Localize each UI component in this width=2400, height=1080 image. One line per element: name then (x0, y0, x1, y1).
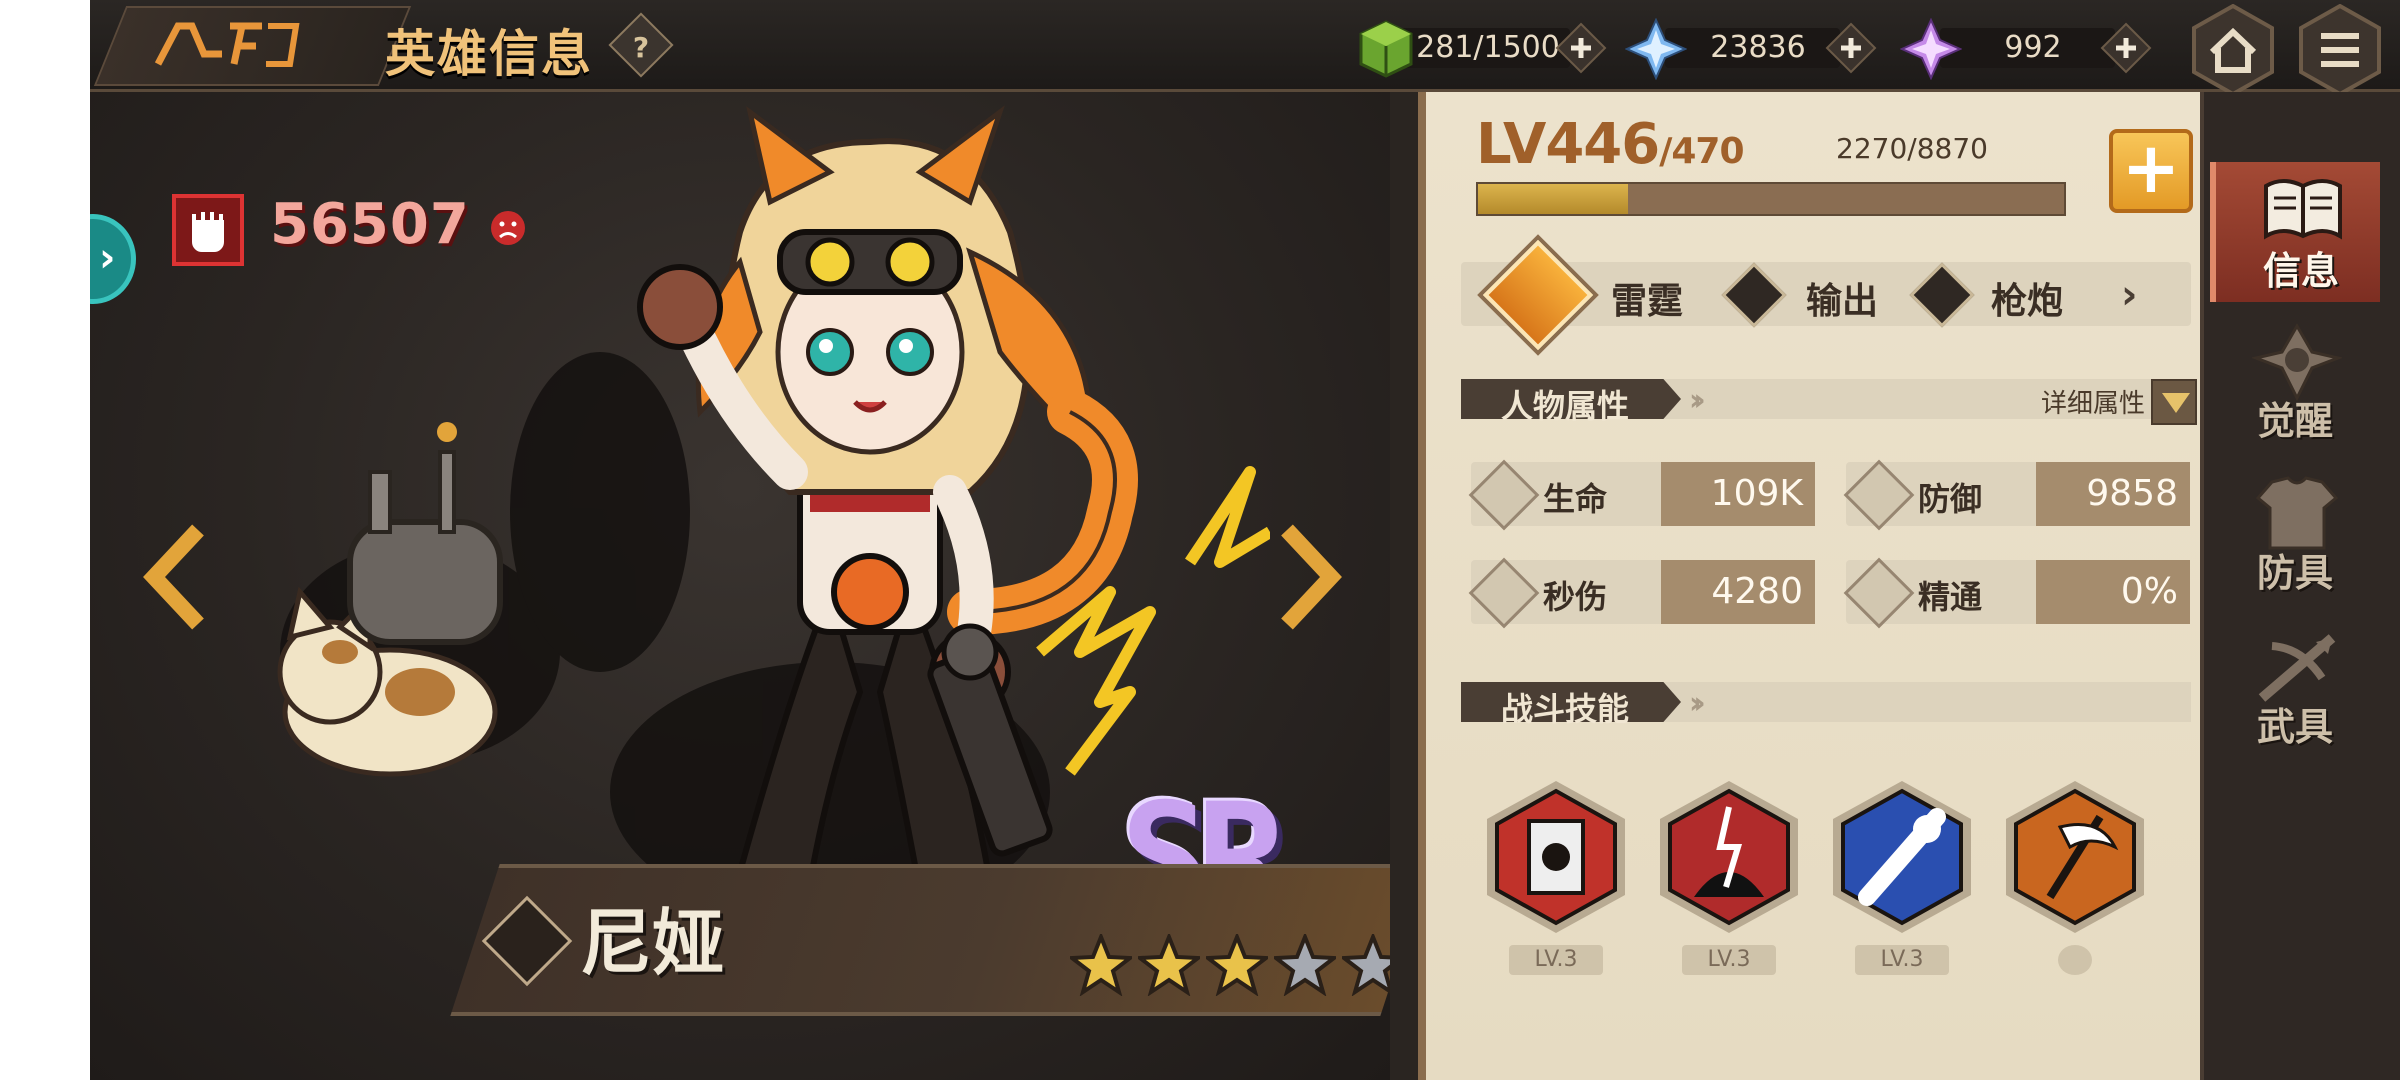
chevron-double-icon: ›› (1689, 383, 1705, 418)
star-filled-icon (1070, 934, 1132, 996)
tab-awaken[interactable]: 觉醒 (2210, 312, 2380, 452)
tab-weapon-label: 武具 (2256, 705, 2333, 749)
gem-value: 992 (2004, 30, 2062, 65)
star-filled-icon (1138, 934, 1200, 996)
menu-button[interactable] (2297, 4, 2383, 96)
star-filled-icon (1206, 934, 1268, 996)
stat-hp: 生命 109K (1468, 459, 1815, 531)
attributes-title: 人物属性 (1501, 387, 1630, 425)
skill-level: LV.3 (1509, 945, 1603, 975)
star-rating (1070, 934, 1390, 1004)
thunder-element-icon (1482, 239, 1594, 351)
game-logo-icon (154, 22, 300, 67)
pink-crystal-icon (1900, 18, 1962, 80)
resource-crystal: 23836 (1625, 18, 1900, 80)
skill-level: LV.3 (1855, 945, 1949, 975)
skill-slot-4[interactable] (2000, 777, 2150, 977)
fist-icon (172, 194, 244, 266)
stat-dps: 秒伤 4280 (1468, 557, 1815, 629)
skills-header: 战斗技能 ›› (1461, 682, 2191, 728)
info-paper: LV446/470 2270/8870 + 雷霆 输出 枪炮 › 人物属性 ››… (1418, 92, 2218, 1080)
add-crystal-button[interactable] (1825, 22, 1877, 74)
skill-level: LV.3 (1682, 945, 1776, 975)
tag-weapon: 枪炮 (1991, 281, 2064, 322)
hero-level: LV446/470 (1476, 112, 1745, 177)
hero-info-screen: 英雄信息 ? 281/1500 23836 992 › 56507 SR 尼娅 … (90, 0, 2400, 1080)
camera-skill-icon (1487, 781, 1625, 933)
chevron-double-icon: ›› (1689, 686, 1705, 721)
level-current: LV446 (1476, 112, 1660, 177)
hero-tags: 雷霆 输出 枪炮 › (1461, 239, 2191, 351)
top-bar: 英雄信息 ? 281/1500 23836 992 (90, 0, 2400, 96)
gun-weapon-icon (1909, 262, 1975, 328)
role-output-icon (1721, 262, 1787, 328)
tab-info-label: 信息 (2262, 249, 2339, 293)
exp-bar (1476, 182, 2066, 216)
detail-attributes-button[interactable] (2151, 379, 2197, 425)
tab-awaken-label: 觉醒 (2256, 399, 2333, 443)
stamina-value: 281/1500 (1416, 30, 1560, 65)
hero-name-plate: 尼娅 (445, 864, 1390, 1016)
attributes-header: 人物属性 ›› 详细属性 (1461, 379, 2197, 425)
blue-crystal-icon (1625, 18, 1687, 80)
shield-icon (1843, 459, 1915, 531)
paw-strike-skill-icon (1833, 781, 1971, 933)
tag-role: 输出 (1806, 281, 1879, 322)
tab-weapon[interactable]: 武具 (2210, 618, 2380, 758)
level-max: /470 (1659, 131, 1744, 172)
side-nav: 信息 觉醒 防具 武具 (2200, 92, 2400, 1080)
exp-bar-fill (1478, 184, 1629, 214)
add-stamina-button[interactable] (1555, 22, 1607, 74)
plus-icon: + (2121, 127, 2181, 209)
stat-defense: 防御 9858 (1843, 459, 2190, 531)
heart-icon (1468, 459, 1540, 531)
tab-armor-label: 防具 (2256, 551, 2333, 595)
next-hero-arrow[interactable] (1275, 522, 1345, 632)
star-empty-icon (1274, 934, 1336, 996)
detail-attributes-link[interactable]: 详细属性 (2041, 383, 2145, 420)
hero-name: 尼娅 (580, 901, 725, 985)
lightning-cat-skill-icon (1660, 781, 1798, 933)
previous-hero-arrow[interactable] (140, 522, 210, 632)
star-empty-icon (1342, 934, 1390, 996)
stat-mastery: 精通 0% (1843, 557, 2190, 629)
exp-text: 2270/8870 (1836, 132, 1988, 165)
resource-gem: 992 (1900, 18, 2175, 80)
expand-side-tab[interactable]: › (90, 214, 136, 304)
mastery-icon (1843, 557, 1915, 629)
dps-icon (1468, 557, 1540, 629)
triangle-down-icon (2162, 393, 2190, 413)
add-gem-button[interactable] (2100, 22, 2152, 74)
info-panel: LV446/470 2270/8870 + 雷霆 输出 枪炮 › 人物属性 ››… (1390, 92, 2300, 1080)
tab-info[interactable]: 信息 (2210, 162, 2380, 302)
skill-slot-1[interactable]: LV.3 (1481, 777, 1631, 977)
chevron-right-icon: › (2121, 272, 2138, 318)
tab-armor[interactable]: 防具 (2210, 464, 2380, 604)
crystal-value: 23836 (1710, 30, 1806, 65)
green-cube-icon (1359, 20, 1413, 78)
skill-slot-3[interactable]: LV.3 (1827, 777, 1977, 977)
home-button[interactable] (2190, 4, 2276, 96)
resource-stamina: 281/1500 (1355, 18, 1630, 78)
question-icon: ? (632, 30, 650, 64)
page-title: 英雄信息 (385, 25, 593, 83)
help-button[interactable]: ? (608, 12, 674, 78)
chevron-right-icon: › (99, 235, 116, 281)
hero-stage: › 56507 SR 尼娅 (90, 92, 1390, 1080)
scythe-skill-icon (2006, 781, 2144, 933)
tag-element: 雷霆 (1611, 281, 1684, 322)
skill-slot-2[interactable]: LV.3 (1654, 777, 1804, 977)
skill-locked-dot-icon (2058, 945, 2092, 975)
skills-title: 战斗技能 (1501, 690, 1630, 728)
level-up-button[interactable]: + (2109, 127, 2193, 213)
